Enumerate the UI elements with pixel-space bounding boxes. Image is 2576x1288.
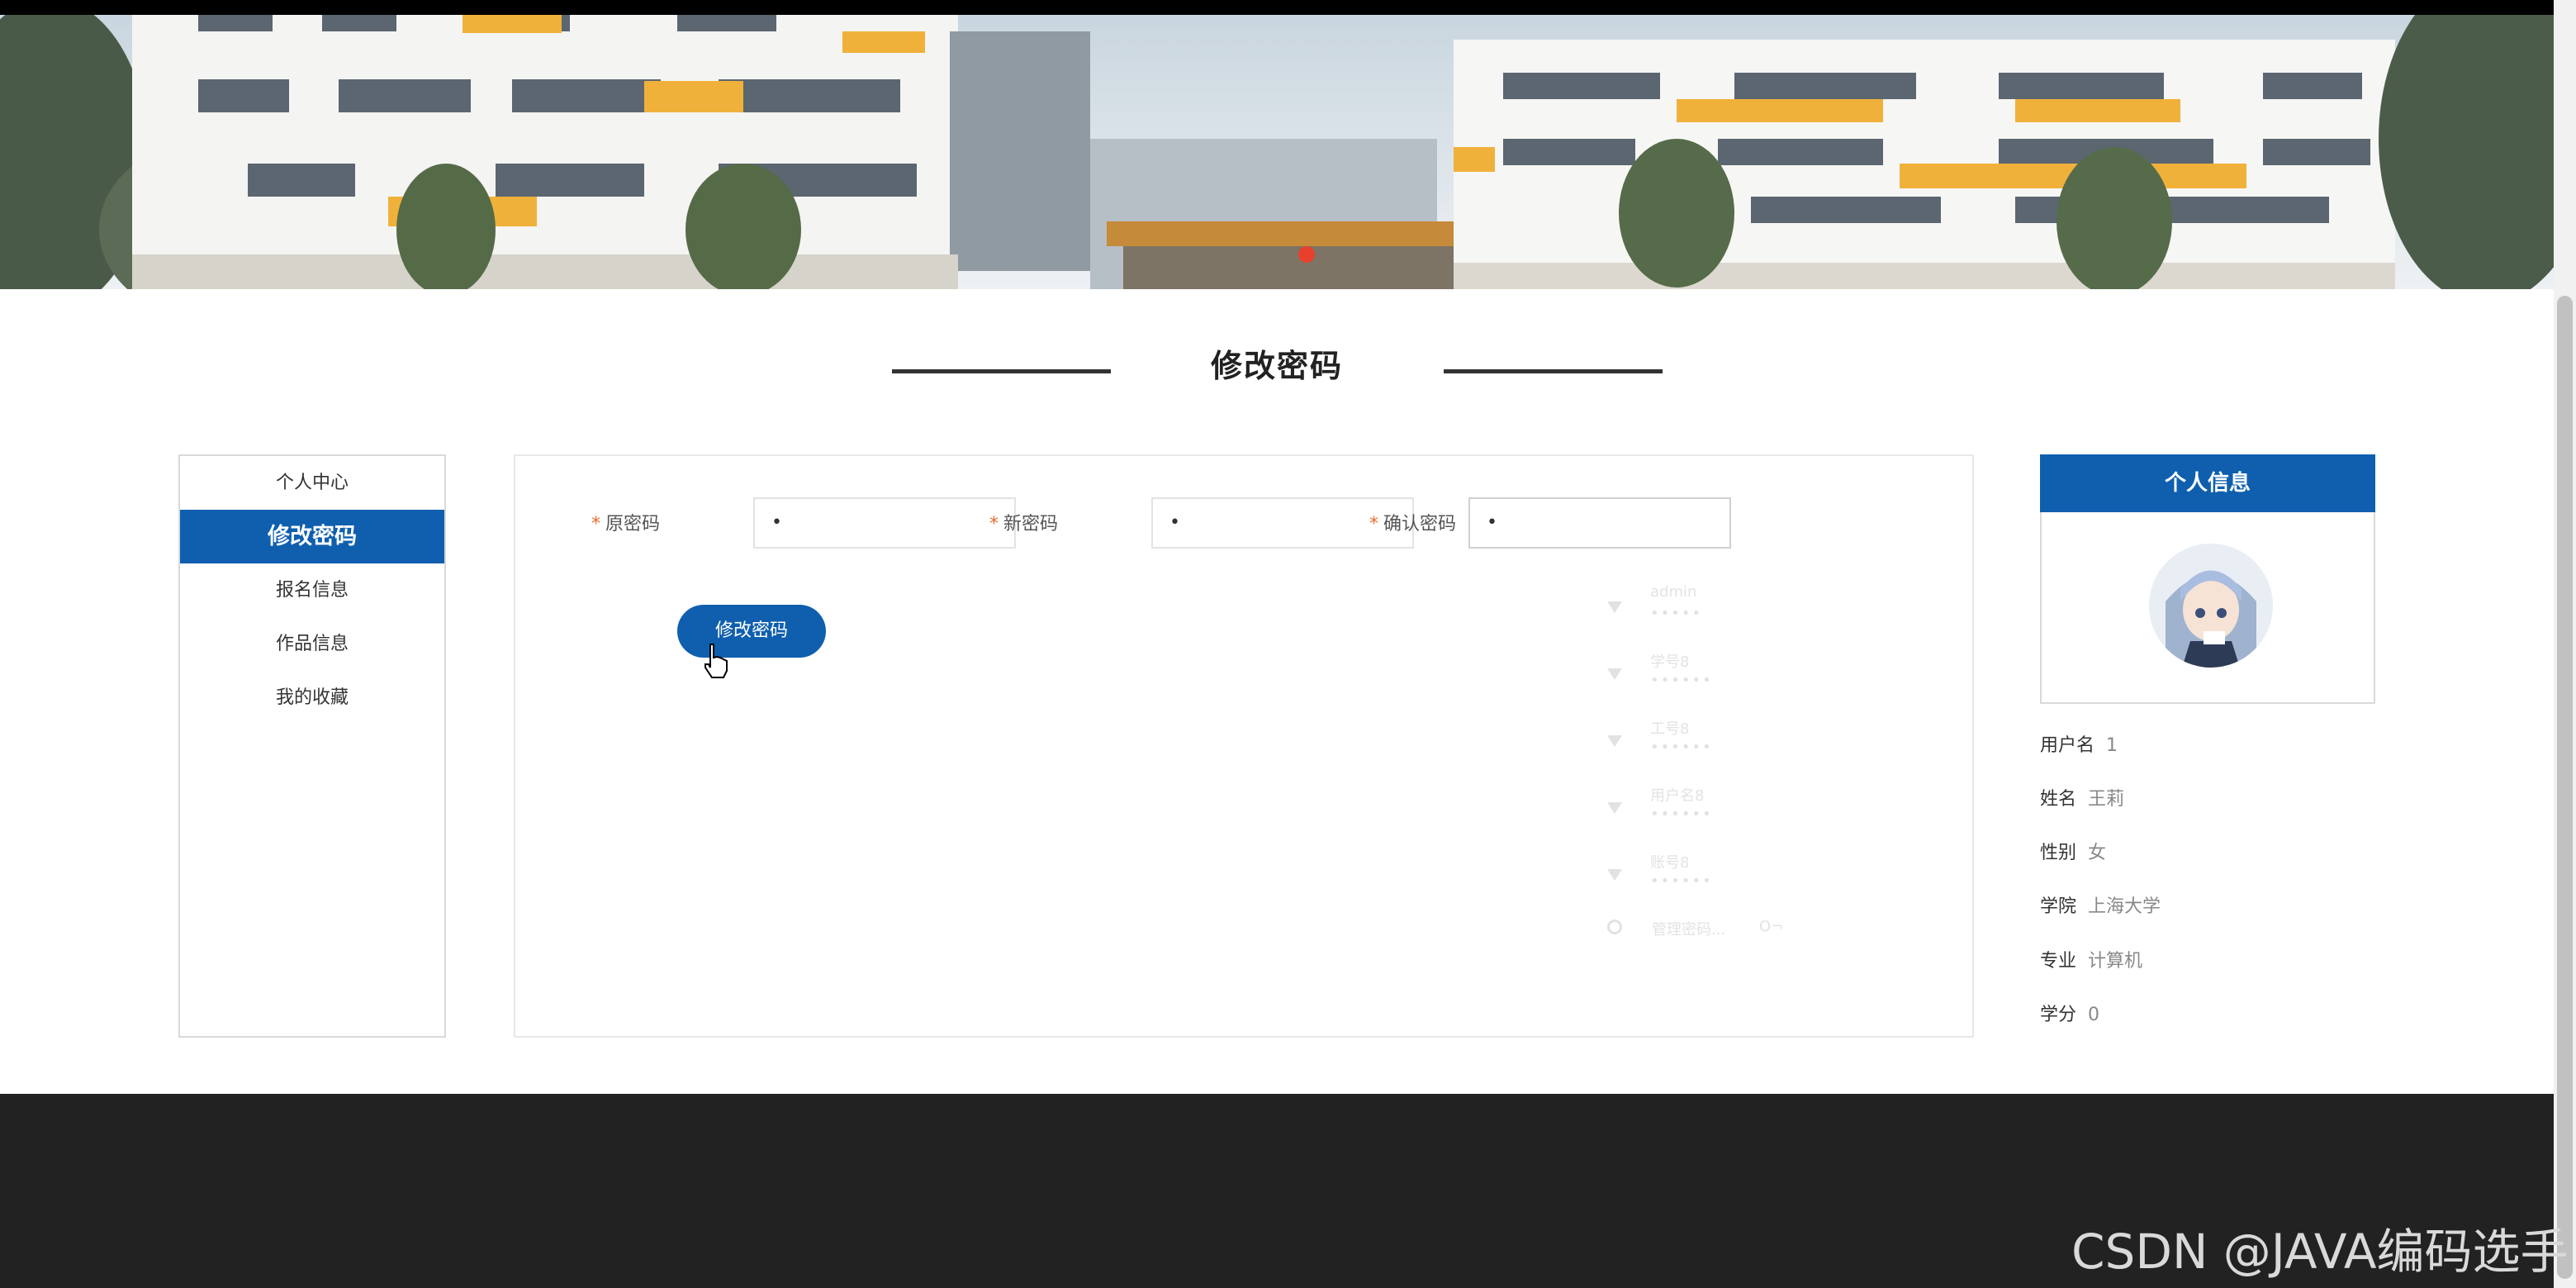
key-glyph-icon: O¬ [1759,918,1784,935]
profile-panel: 个人信息 用户名 1 姓名 王莉 性别女 学院 上海大学 专业 计算机 学分 0 [2040,454,2375,1025]
csdn-watermark: CSDN @JAVA编码选手 [2071,1224,2569,1280]
profile-field-name: 姓名 王莉 [2040,789,2125,810]
profile-field-major: 专业 计算机 [2040,951,2143,972]
menu-item-registration-info[interactable]: 报名信息 [180,563,444,617]
old-password-input[interactable]: • [753,497,1016,549]
profile-header: 个人信息 [2040,454,2375,512]
key-icon [1607,668,1622,680]
confirm-password-label: * 确认密码 [1369,514,1457,535]
key-icon [1607,802,1622,814]
old-password-label: * 原密码 [591,514,661,535]
campus-banner-image [0,15,2554,289]
profile-field-college: 学院 上海大学 [2040,896,2161,917]
new-password-label: * 新密码 [989,514,1059,535]
menu-item-personal-center[interactable]: 个人中心 [180,456,444,510]
key-icon [1607,869,1622,881]
profile-field-credits: 学分 0 [2040,1005,2100,1025]
autofill-entry[interactable]: 用户名8 •••••• [1597,781,1796,848]
gear-icon [1607,920,1622,934]
user-center-menu: 个人中心 修改密码 报名信息 作品信息 我的收藏 [178,454,446,1038]
submit-change-password-button[interactable]: 修改密码 [677,605,826,658]
key-icon [1607,735,1622,747]
menu-item-my-favorites[interactable]: 我的收藏 [180,671,444,725]
password-autofill-dropdown: admin ••••• 学号8 •••••• 工号8 •••••• 用户名8 •… [1597,580,1796,948]
hand-pointer-cursor-icon [704,644,728,678]
autofill-entry[interactable]: 账号8 •••••• [1597,848,1796,915]
top-black-bar [0,0,2576,15]
autofill-entry[interactable]: 学号8 •••••• [1597,647,1796,714]
required-mark: * [1369,514,1378,535]
profile-card [2040,512,2375,704]
profile-field-gender: 性别女 [2040,843,2107,863]
autofill-entry[interactable]: 工号8 •••••• [1597,714,1796,781]
menu-item-change-password[interactable]: 修改密码 [180,510,444,563]
required-mark: * [989,514,999,535]
profile-field-username: 用户名 1 [2040,735,2118,756]
title-divider-right [1444,369,1663,373]
confirm-password-input[interactable]: • [1468,497,1731,549]
required-mark: * [591,514,600,535]
autofill-manage-passwords[interactable]: 管理密码... O¬ [1597,915,1796,948]
change-password-form: * 原密码 • * 新密码 • * 确认密码 • 修改密码 admin ••••• 学… [514,454,1974,1038]
key-icon [1607,601,1622,613]
carousel-indicator-dot[interactable] [1298,246,1315,263]
avatar [2149,544,2273,668]
anime-avatar-icon [2149,544,2273,668]
autofill-entry[interactable]: admin ••••• [1597,580,1796,647]
menu-item-works-info[interactable]: 作品信息 [180,617,444,671]
page-title: 修改密码 [1210,348,1343,384]
page-scrollbar-thumb[interactable] [2557,296,2573,1279]
